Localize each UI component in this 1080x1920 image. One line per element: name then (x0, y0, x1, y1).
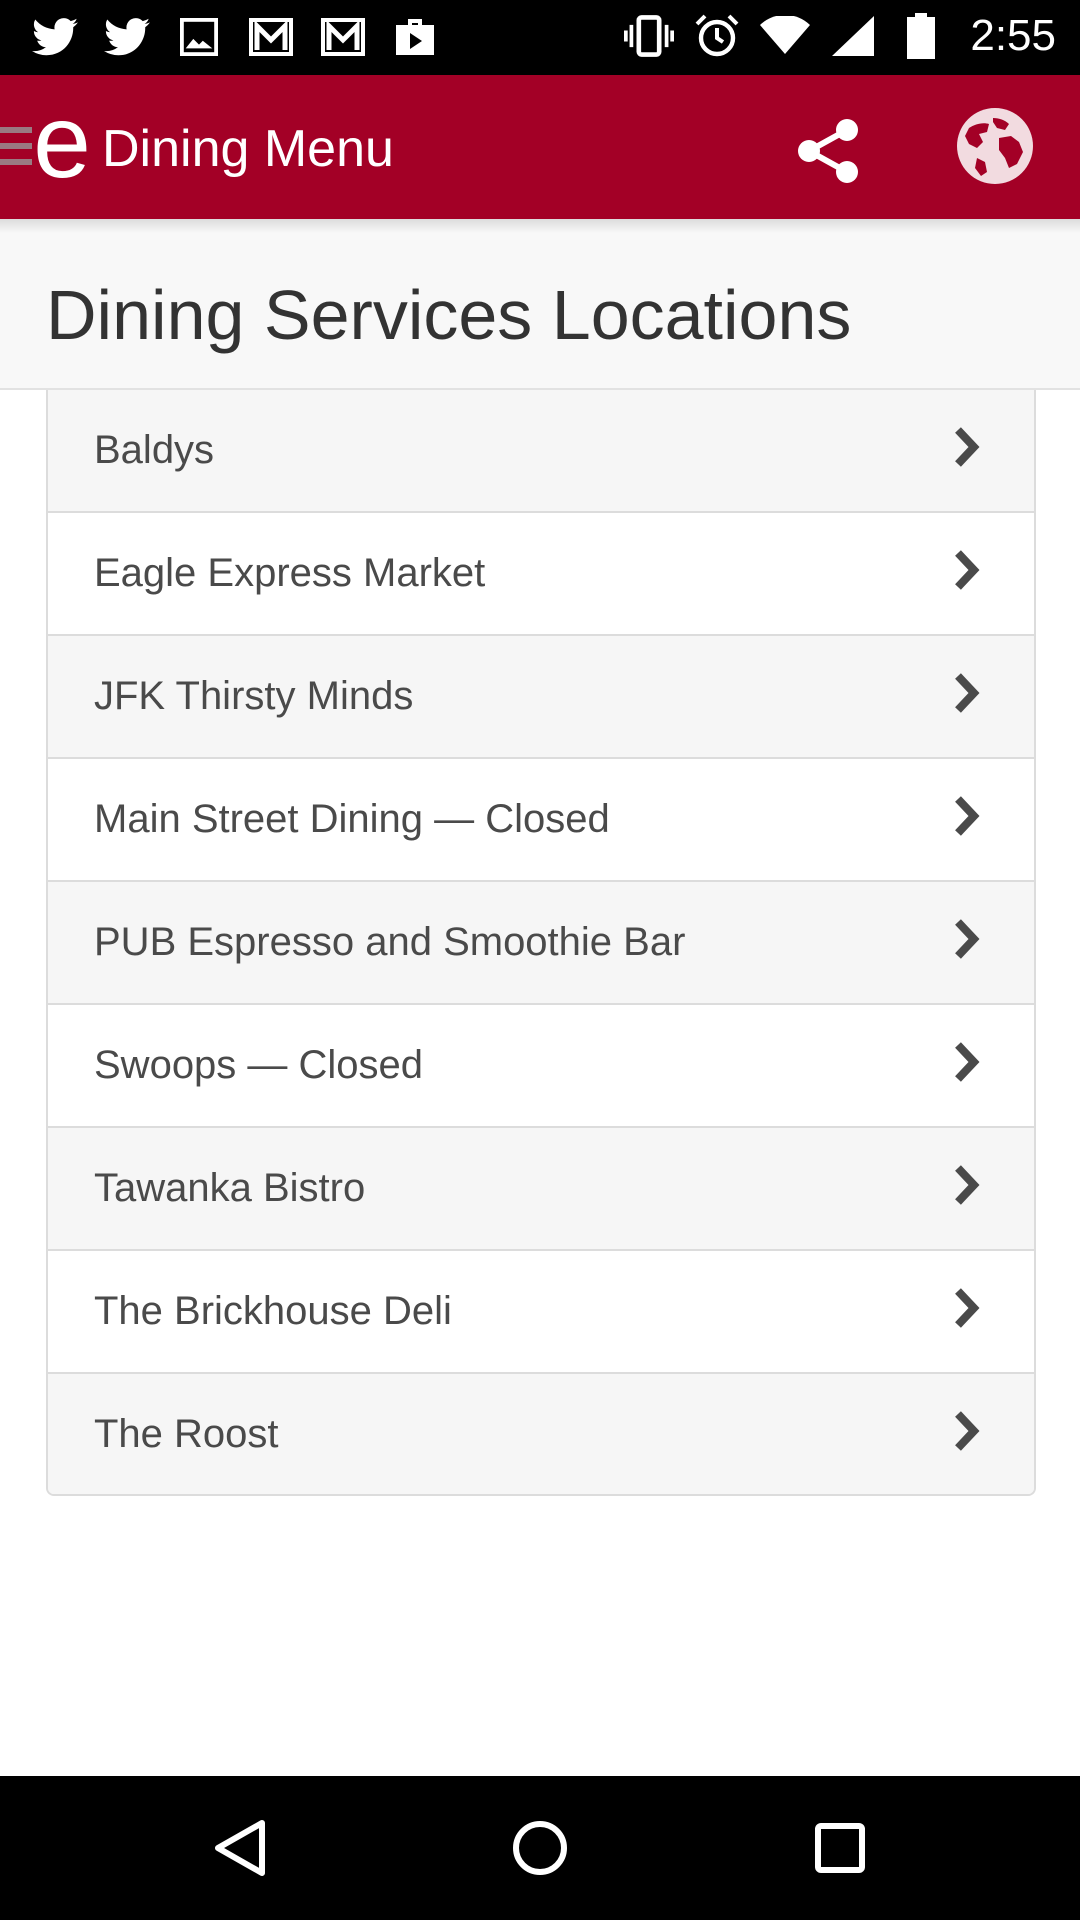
notification-icons (30, 12, 440, 62)
chevron-right-icon (950, 914, 990, 964)
list-item-label: JFK Thirsty Minds (94, 674, 414, 718)
system-status-icons: 2:55 (624, 10, 1056, 62)
cell-signal-icon (828, 10, 878, 62)
list-item-jfk-thirsty-minds[interactable]: JFK Thirsty Minds (48, 636, 1034, 759)
wifi-icon (760, 10, 811, 62)
list-item-label: Swoops — Closed (94, 1043, 424, 1087)
svg-text:e: e (33, 97, 91, 197)
page-title: Dining Services Locations (46, 276, 852, 354)
back-icon (215, 1820, 265, 1876)
chevron-right-icon (950, 1037, 990, 1087)
list-item-label: PUB Espresso and Smoothie Bar (94, 920, 686, 964)
chevron-right-icon (950, 545, 990, 595)
battery-icon (896, 10, 946, 62)
home-button[interactable] (504, 1812, 576, 1884)
gmail-icon (246, 12, 296, 62)
share-button[interactable] (786, 111, 870, 191)
globe-icon (957, 108, 1033, 184)
list-item-baldys[interactable]: Baldys (48, 390, 1034, 513)
back-button[interactable] (204, 1812, 276, 1884)
twitter-icon (30, 12, 80, 62)
chevron-right-icon (950, 668, 990, 718)
list-item-eagle-express-market[interactable]: Eagle Express Market (48, 513, 1034, 636)
chevron-right-icon (950, 1406, 990, 1456)
list-item-label: Eagle Express Market (94, 551, 486, 595)
list-item-pub-espresso[interactable]: PUB Espresso and Smoothie Bar (48, 882, 1034, 1005)
menu-icon[interactable] (0, 123, 32, 171)
recents-button[interactable] (804, 1812, 876, 1884)
vibrate-icon (624, 10, 675, 62)
list-item-main-street-dining[interactable]: Main Street Dining — Closed (48, 759, 1034, 882)
list-item-tawanka-bistro[interactable]: Tawanka Bistro (48, 1128, 1034, 1251)
recents-icon (815, 1823, 865, 1873)
image-icon (174, 12, 224, 62)
navigation-bar (0, 1776, 1080, 1920)
clock: 2:55 (970, 11, 1056, 60)
alarm-icon (692, 10, 742, 62)
home-icon (513, 1821, 567, 1875)
list-item-label: Main Street Dining — Closed (94, 797, 610, 841)
list-item-brickhouse-deli[interactable]: The Brickhouse Deli (48, 1251, 1034, 1374)
app-logo-icon[interactable]: e (30, 84, 94, 200)
app-title: Dining Menu (102, 120, 394, 178)
gmail-icon (318, 12, 368, 62)
locations-list: Baldys Eagle Express Market JFK Thirsty … (46, 390, 1036, 1496)
list-item-swoops[interactable]: Swoops — Closed (48, 1005, 1034, 1128)
app-bar: e Dining Menu (0, 75, 1080, 219)
list-item-label: The Roost (94, 1411, 279, 1456)
list-item-label: Baldys (94, 428, 215, 472)
list-item-label: The Brickhouse Deli (94, 1289, 452, 1333)
page-header: Dining Services Locations (0, 219, 1080, 390)
chevron-right-icon (950, 791, 990, 841)
twitter-icon (102, 12, 152, 62)
globe-button[interactable] (952, 103, 1038, 189)
share-icon (798, 119, 858, 183)
list-item-the-roost[interactable]: The Roost (48, 1374, 1034, 1494)
list-item-label: Tawanka Bistro (94, 1166, 366, 1210)
chevron-right-icon (950, 1283, 990, 1333)
status-bar: 2:55 (0, 0, 1080, 75)
chevron-right-icon (950, 1160, 990, 1210)
chevron-right-icon (950, 422, 990, 472)
briefcase-play-icon (390, 12, 440, 62)
